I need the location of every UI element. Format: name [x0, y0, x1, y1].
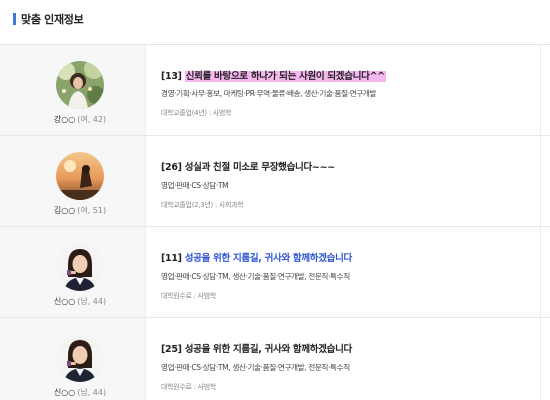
- candidate-content[interactable]: [26] 성실과 친절 미소로 무장했습니다~~~ 영업·판매·CS·상담·TM…: [146, 136, 541, 226]
- section-header: 맞춤 인재정보: [13, 12, 84, 26]
- business-woman-photo-icon: [56, 334, 104, 382]
- candidate-content[interactable]: [13] 신뢰를 바탕으로 하나가 되는 사원이 되겠습니다^^ 경영·기획·사…: [146, 45, 541, 135]
- candidate-profile: 김○○ (여, 51): [0, 136, 146, 226]
- silhouette-sunset-photo-icon: [56, 152, 104, 200]
- section-title: 맞춤 인재정보: [21, 13, 84, 26]
- candidate-headline[interactable]: [11] 성공을 위한 지름길, 귀사와 함께하겠습니다: [161, 250, 352, 264]
- candidate-headline[interactable]: [25] 성공을 위한 지름길, 귀사와 함께하겠습니다: [161, 341, 352, 355]
- candidate-profile: 신○○ (남, 44): [0, 227, 146, 317]
- headline-highlight: 신뢰를 바탕으로 하나가 되는 사원이 되겠습니다^^: [184, 71, 386, 82]
- candidate-content[interactable]: [25] 성공을 위한 지름길, 귀사와 함께하겠습니다 영업·판매·CS·상담…: [146, 318, 541, 400]
- candidate-headline[interactable]: [26] 성실과 친절 미소로 무장했습니다~~~: [161, 159, 335, 173]
- candidate-profile: 신○○ (남, 44): [0, 318, 146, 400]
- candidate-headline[interactable]: [13] 신뢰를 바탕으로 하나가 되는 사원이 되겠습니다^^: [161, 68, 386, 82]
- candidate-job-categories: 영업·판매·CS·상담·TM, 생산·기술·품질·연구개발, 전문직·특수직: [161, 363, 350, 372]
- section-accent-bar: [13, 13, 16, 25]
- candidate-education: 대학교졸업(4년) : 사범학: [161, 109, 232, 117]
- candidate-profile: 강○○ (여, 42): [0, 45, 146, 135]
- avatar[interactable]: [56, 152, 104, 200]
- candidate-job-categories: 경영·기획·사무·홍보, 마케팅·PR·무역·물류·배송, 생산·기술·품질·연…: [161, 89, 377, 98]
- candidate-education: 대학원수료 : 사범학: [161, 383, 217, 391]
- business-woman-photo-icon: [56, 243, 104, 291]
- candidate-list: 강○○ (여, 42) [13] 신뢰를 바탕으로 하나가 되는 사원이 되겠습니…: [0, 44, 550, 400]
- candidate-row[interactable]: 신○○ (남, 44) [11] 성공을 위한 지름길, 귀사와 함께하겠습니다 …: [0, 227, 550, 318]
- candidate-name: 강○○ (여, 42): [53, 115, 107, 124]
- woman-flowers-photo-icon: [56, 61, 104, 109]
- candidate-name: 신○○ (남, 44): [53, 297, 107, 306]
- candidate-education: 대학교졸업(2,3년) : 사회과학: [161, 201, 244, 209]
- candidate-education: 대학원수료 : 사범학: [161, 292, 217, 300]
- candidate-content[interactable]: [11] 성공을 위한 지름길, 귀사와 함께하겠습니다 영업·판매·CS·상담…: [146, 227, 541, 317]
- candidate-name: 신○○ (남, 44): [53, 388, 107, 397]
- candidate-row[interactable]: 신○○ (남, 44) [25] 성공을 위한 지름길, 귀사와 함께하겠습니다 …: [0, 318, 550, 400]
- candidate-job-categories: 영업·판매·CS·상담·TM: [161, 181, 229, 190]
- avatar[interactable]: [56, 334, 104, 382]
- candidate-name: 김○○ (여, 51): [53, 206, 107, 215]
- candidate-job-categories: 영업·판매·CS·상담·TM, 생산·기술·품질·연구개발, 전문직·특수직: [161, 272, 350, 281]
- avatar[interactable]: [56, 61, 104, 109]
- candidate-row[interactable]: 강○○ (여, 42) [13] 신뢰를 바탕으로 하나가 되는 사원이 되겠습니…: [0, 45, 550, 136]
- candidate-row[interactable]: 김○○ (여, 51) [26] 성실과 친절 미소로 무장했습니다~~~ 영업·…: [0, 136, 550, 227]
- avatar[interactable]: [56, 243, 104, 291]
